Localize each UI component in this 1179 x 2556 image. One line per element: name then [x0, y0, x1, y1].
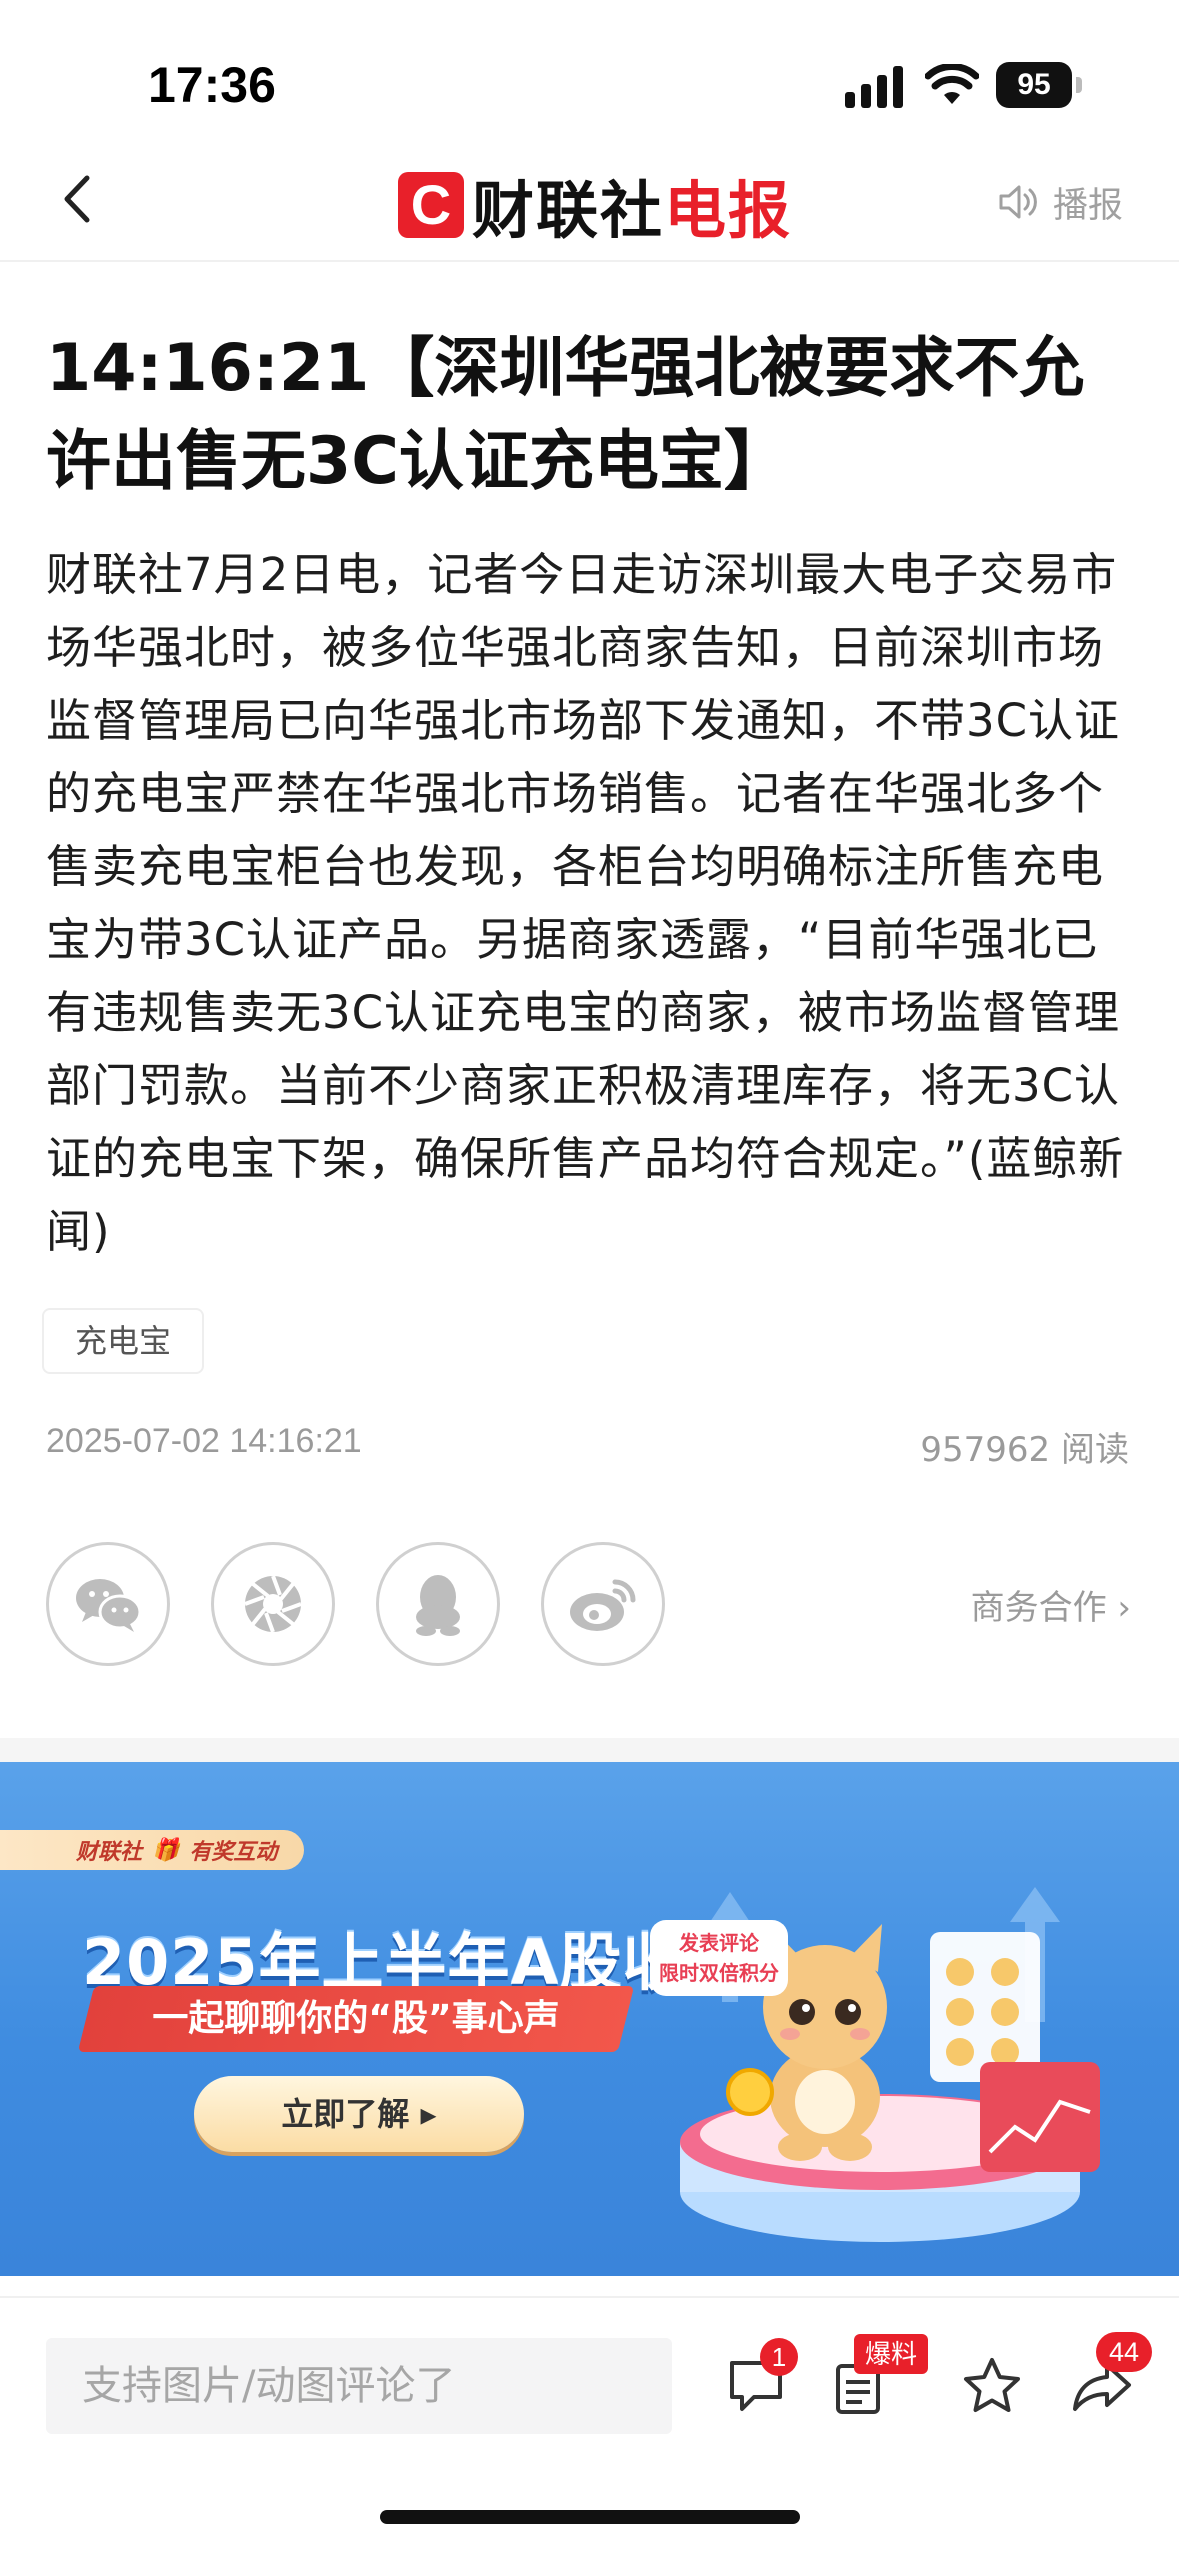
back-arrow-icon[interactable]: [45, 164, 115, 234]
nav-bar: C 财联社电报 播报: [0, 150, 1179, 262]
speaker-icon: [999, 185, 1037, 219]
learn-more-button[interactable]: 立即了解 ▸: [194, 2076, 524, 2152]
star-icon: [964, 2358, 1020, 2412]
broadcast-button[interactable]: 播报: [995, 172, 1123, 232]
business-cooperation-link[interactable]: 商务合作 ›: [971, 1580, 1131, 1629]
share-button[interactable]: 44: [1062, 2332, 1152, 2426]
share-wechat-button[interactable]: [46, 1542, 170, 1666]
article-title: 14:16:21【深圳华强北被要求不允许出售无3C认证充电宝】: [46, 331, 1085, 499]
comment-count-badge: 1: [760, 2338, 798, 2376]
read-count: 957962 阅读: [920, 1430, 1129, 1470]
publish-datetime: 2025-07-02 14:16:21: [46, 1422, 362, 1460]
moments-icon: [244, 1575, 302, 1633]
tag-chip[interactable]: 充电宝: [42, 1308, 204, 1374]
banner-subline: 一起聊聊你的“股”事心声: [152, 1998, 560, 2039]
broadcast-label: 播报: [1053, 185, 1124, 226]
report-badge: 爆料: [854, 2334, 928, 2374]
battery-level: 95: [996, 62, 1072, 108]
share-count-badge: 44: [1096, 2332, 1152, 2372]
wechat-icon: [76, 1579, 142, 1632]
cellular-signal-icon: [845, 66, 903, 108]
logo-mark: C: [398, 172, 464, 238]
home-indicator: [380, 2510, 800, 2524]
comment-input[interactable]: [46, 2338, 672, 2434]
report-tip-button[interactable]: 爆料: [820, 2334, 928, 2426]
share-weibo-button[interactable]: [541, 1542, 665, 1666]
banner-badge: 财联社 🎁 有奖互动: [0, 1830, 304, 1870]
promo-bubble: 发表评论 限时双倍积分: [650, 1920, 788, 1996]
logo-text: 财联社电报: [472, 174, 793, 247]
app-logo: C 财联社电报: [398, 160, 792, 250]
share-moments-button[interactable]: [211, 1542, 335, 1666]
weibo-icon: [570, 1579, 636, 1631]
comments-button[interactable]: 1: [716, 2338, 798, 2426]
status-bar: 17:36 95: [0, 0, 1179, 150]
article-body: 财联社7月2日电，记者今日走访深圳最大电子交易市场华强北时，被多位华强北商家告知…: [46, 548, 1125, 1258]
share-qq-button[interactable]: [376, 1542, 500, 1666]
wifi-icon: [925, 64, 979, 104]
favorite-button[interactable]: [952, 2346, 1032, 2426]
section-divider: [0, 1738, 1179, 1762]
qq-icon: [416, 1575, 460, 1636]
status-time: 17:36: [148, 57, 276, 113]
promo-banner[interactable]: 财联社 🎁 有奖互动 2025年上半年A股收官 一起聊聊你的“股”事心声 立即了解 …: [0, 1762, 1179, 2276]
battery-icon: 95: [996, 62, 1082, 108]
